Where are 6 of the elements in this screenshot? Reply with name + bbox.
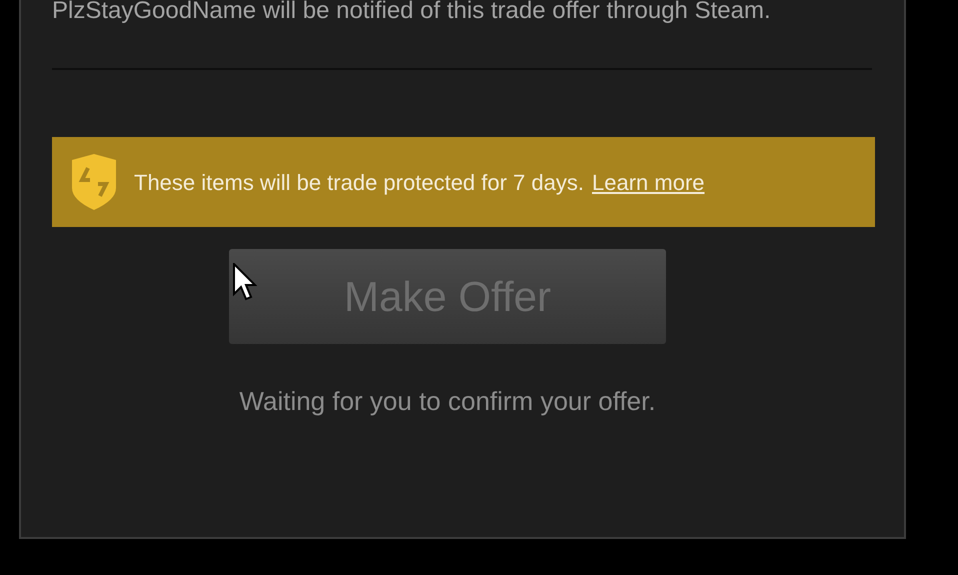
- status-text: Waiting for you to confirm your offer.: [238, 385, 657, 418]
- banner-message: These items will be trade protected for 7 days.: [134, 168, 584, 197]
- learn-more-link[interactable]: Learn more: [592, 166, 705, 198]
- shield-icon: [70, 154, 118, 210]
- cursor-icon: [233, 263, 257, 301]
- notice-text: PlzStayGoodName will be notified of this trade offer through Steam.: [52, 0, 772, 26]
